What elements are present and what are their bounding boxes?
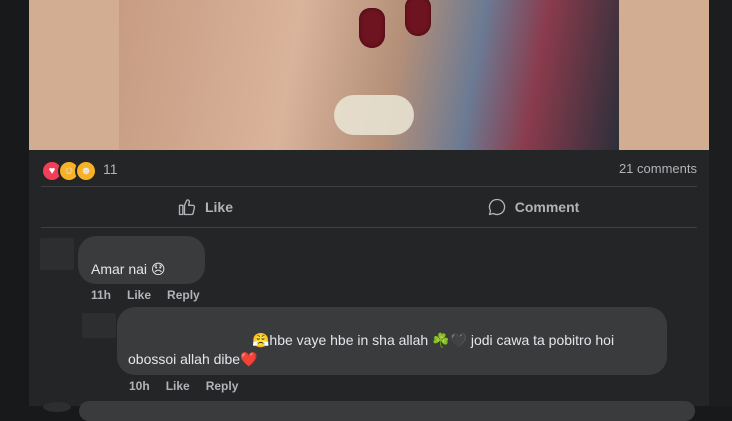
comments-count[interactable]: 21 comments xyxy=(619,161,697,176)
comment-label: Comment xyxy=(514,199,580,215)
speech-bubble-icon xyxy=(488,198,505,216)
photo-detail xyxy=(405,0,431,36)
post-stats: ♥ ☺ ☻ 11 21 comments xyxy=(41,158,697,182)
photo-content xyxy=(119,0,619,150)
comment-reply-button[interactable]: Reply xyxy=(206,379,239,393)
comment-reply-button[interactable]: Reply xyxy=(167,288,200,302)
avatar[interactable] xyxy=(82,313,116,338)
comment-bubble: 😤hbe vaye hbe in sha allah ☘️🖤 jodi cawa… xyxy=(117,307,667,375)
like-label: Like xyxy=(204,199,233,215)
like-button[interactable]: Like xyxy=(41,188,369,226)
post-card: ♥ ☺ ☻ 11 21 comments Like Comment Amar n… xyxy=(29,0,709,421)
photo-detail xyxy=(334,95,414,135)
avatar[interactable] xyxy=(43,402,71,412)
comment-like-button[interactable]: Like xyxy=(166,379,190,393)
comment-timestamp[interactable]: 10h xyxy=(129,379,150,393)
photo-detail xyxy=(359,8,385,48)
comment-timestamp[interactable]: 11h xyxy=(91,288,111,302)
comment-button[interactable]: Comment xyxy=(369,188,697,226)
post-photo[interactable] xyxy=(29,0,709,150)
thumbs-up-icon xyxy=(178,199,196,216)
post-actions: Like Comment xyxy=(41,188,697,226)
comment-text: Amar nai 😞 xyxy=(91,261,166,277)
reaction-icons[interactable]: ♥ ☺ ☻ xyxy=(41,160,97,182)
reaction-count[interactable]: 11 xyxy=(103,161,118,177)
comment-like-button[interactable]: Like xyxy=(127,288,151,302)
divider xyxy=(41,227,697,228)
comment-bubble: Amar nai 😞 xyxy=(78,236,205,284)
comment-text-line-1: 😤hbe vaye hbe in sha allah ☘️🖤 jodi cawa… xyxy=(252,332,615,348)
comment-meta: 10h Like Reply xyxy=(129,379,238,393)
avatar[interactable] xyxy=(40,238,74,270)
comment-text-line-2: obossoi allah dibe❤️ xyxy=(128,351,258,367)
page-gutter-right xyxy=(709,0,732,406)
comment-meta: 11h Like Reply xyxy=(91,288,200,302)
divider xyxy=(41,186,697,187)
comment-bubble xyxy=(79,401,695,421)
haha-reaction-icon: ☻ xyxy=(75,160,97,182)
